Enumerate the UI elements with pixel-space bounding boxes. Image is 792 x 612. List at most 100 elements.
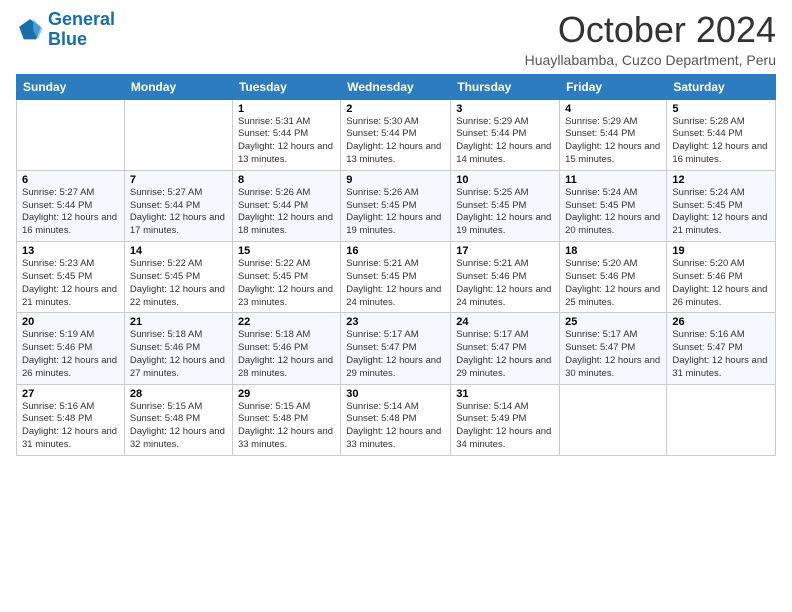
day-info: Sunrise: 5:18 AMSunset: 5:46 PMDaylight:… — [238, 329, 335, 380]
calendar-cell: 6Sunrise: 5:27 AMSunset: 5:44 PMDaylight… — [17, 170, 125, 241]
day-info: Sunrise: 5:22 AMSunset: 5:45 PMDaylight:… — [130, 258, 227, 309]
page: General Blue October 2024 Huayllabamba, … — [0, 0, 792, 612]
calendar-cell: 31Sunrise: 5:14 AMSunset: 5:49 PMDayligh… — [451, 384, 560, 455]
day-info: Sunrise: 5:24 AMSunset: 5:45 PMDaylight:… — [672, 187, 770, 238]
calendar-cell: 24Sunrise: 5:17 AMSunset: 5:47 PMDayligh… — [451, 313, 560, 384]
day-info: Sunrise: 5:27 AMSunset: 5:44 PMDaylight:… — [22, 187, 119, 238]
day-number: 26 — [672, 316, 770, 328]
day-number: 27 — [22, 388, 119, 400]
day-info: Sunrise: 5:18 AMSunset: 5:46 PMDaylight:… — [130, 329, 227, 380]
logo-icon — [16, 16, 44, 44]
subtitle: Huayllabamba, Cuzco Department, Peru — [525, 52, 776, 68]
calendar-cell — [17, 99, 125, 170]
calendar-week-row: 27Sunrise: 5:16 AMSunset: 5:48 PMDayligh… — [17, 384, 776, 455]
calendar-cell: 19Sunrise: 5:20 AMSunset: 5:46 PMDayligh… — [667, 242, 776, 313]
day-number: 11 — [565, 174, 661, 186]
day-number: 19 — [672, 245, 770, 257]
calendar-cell: 21Sunrise: 5:18 AMSunset: 5:46 PMDayligh… — [124, 313, 232, 384]
day-info: Sunrise: 5:21 AMSunset: 5:46 PMDaylight:… — [456, 258, 554, 309]
day-info: Sunrise: 5:26 AMSunset: 5:44 PMDaylight:… — [238, 187, 335, 238]
logo: General Blue — [16, 10, 115, 50]
day-number: 3 — [456, 103, 554, 115]
day-number: 16 — [346, 245, 445, 257]
day-number: 30 — [346, 388, 445, 400]
col-header-wednesday: Wednesday — [341, 74, 451, 99]
day-info: Sunrise: 5:29 AMSunset: 5:44 PMDaylight:… — [565, 116, 661, 167]
day-number: 17 — [456, 245, 554, 257]
calendar-cell: 3Sunrise: 5:29 AMSunset: 5:44 PMDaylight… — [451, 99, 560, 170]
main-title: October 2024 — [525, 10, 776, 50]
day-info: Sunrise: 5:26 AMSunset: 5:45 PMDaylight:… — [346, 187, 445, 238]
calendar-table: SundayMondayTuesdayWednesdayThursdayFrid… — [16, 74, 776, 456]
day-info: Sunrise: 5:29 AMSunset: 5:44 PMDaylight:… — [456, 116, 554, 167]
calendar-cell: 8Sunrise: 5:26 AMSunset: 5:44 PMDaylight… — [232, 170, 340, 241]
calendar-week-row: 13Sunrise: 5:23 AMSunset: 5:45 PMDayligh… — [17, 242, 776, 313]
col-header-thursday: Thursday — [451, 74, 560, 99]
day-number: 21 — [130, 316, 227, 328]
calendar-cell: 25Sunrise: 5:17 AMSunset: 5:47 PMDayligh… — [560, 313, 667, 384]
calendar-cell: 18Sunrise: 5:20 AMSunset: 5:46 PMDayligh… — [560, 242, 667, 313]
day-number: 20 — [22, 316, 119, 328]
day-number: 28 — [130, 388, 227, 400]
day-info: Sunrise: 5:17 AMSunset: 5:47 PMDaylight:… — [456, 329, 554, 380]
calendar-cell: 7Sunrise: 5:27 AMSunset: 5:44 PMDaylight… — [124, 170, 232, 241]
calendar-cell: 4Sunrise: 5:29 AMSunset: 5:44 PMDaylight… — [560, 99, 667, 170]
day-number: 10 — [456, 174, 554, 186]
calendar-cell: 14Sunrise: 5:22 AMSunset: 5:45 PMDayligh… — [124, 242, 232, 313]
calendar-header-row: SundayMondayTuesdayWednesdayThursdayFrid… — [17, 74, 776, 99]
day-info: Sunrise: 5:16 AMSunset: 5:47 PMDaylight:… — [672, 329, 770, 380]
day-info: Sunrise: 5:17 AMSunset: 5:47 PMDaylight:… — [565, 329, 661, 380]
day-info: Sunrise: 5:31 AMSunset: 5:44 PMDaylight:… — [238, 116, 335, 167]
day-info: Sunrise: 5:28 AMSunset: 5:44 PMDaylight:… — [672, 116, 770, 167]
calendar-cell: 15Sunrise: 5:22 AMSunset: 5:45 PMDayligh… — [232, 242, 340, 313]
day-number: 7 — [130, 174, 227, 186]
calendar-week-row: 6Sunrise: 5:27 AMSunset: 5:44 PMDaylight… — [17, 170, 776, 241]
day-info: Sunrise: 5:23 AMSunset: 5:45 PMDaylight:… — [22, 258, 119, 309]
day-info: Sunrise: 5:21 AMSunset: 5:45 PMDaylight:… — [346, 258, 445, 309]
col-header-saturday: Saturday — [667, 74, 776, 99]
day-info: Sunrise: 5:17 AMSunset: 5:47 PMDaylight:… — [346, 329, 445, 380]
day-number: 29 — [238, 388, 335, 400]
calendar-cell: 23Sunrise: 5:17 AMSunset: 5:47 PMDayligh… — [341, 313, 451, 384]
calendar-cell: 1Sunrise: 5:31 AMSunset: 5:44 PMDaylight… — [232, 99, 340, 170]
calendar-cell: 5Sunrise: 5:28 AMSunset: 5:44 PMDaylight… — [667, 99, 776, 170]
day-info: Sunrise: 5:22 AMSunset: 5:45 PMDaylight:… — [238, 258, 335, 309]
day-number: 4 — [565, 103, 661, 115]
calendar-cell: 11Sunrise: 5:24 AMSunset: 5:45 PMDayligh… — [560, 170, 667, 241]
day-number: 12 — [672, 174, 770, 186]
calendar-cell: 27Sunrise: 5:16 AMSunset: 5:48 PMDayligh… — [17, 384, 125, 455]
day-number: 8 — [238, 174, 335, 186]
title-block: October 2024 Huayllabamba, Cuzco Departm… — [525, 10, 776, 68]
calendar-cell: 30Sunrise: 5:14 AMSunset: 5:48 PMDayligh… — [341, 384, 451, 455]
day-info: Sunrise: 5:14 AMSunset: 5:49 PMDaylight:… — [456, 401, 554, 452]
day-info: Sunrise: 5:15 AMSunset: 5:48 PMDaylight:… — [238, 401, 335, 452]
calendar-week-row: 20Sunrise: 5:19 AMSunset: 5:46 PMDayligh… — [17, 313, 776, 384]
day-info: Sunrise: 5:25 AMSunset: 5:45 PMDaylight:… — [456, 187, 554, 238]
calendar-cell — [124, 99, 232, 170]
col-header-tuesday: Tuesday — [232, 74, 340, 99]
calendar-cell: 9Sunrise: 5:26 AMSunset: 5:45 PMDaylight… — [341, 170, 451, 241]
day-number: 6 — [22, 174, 119, 186]
day-number: 15 — [238, 245, 335, 257]
day-info: Sunrise: 5:20 AMSunset: 5:46 PMDaylight:… — [672, 258, 770, 309]
header: General Blue October 2024 Huayllabamba, … — [16, 10, 776, 68]
day-number: 23 — [346, 316, 445, 328]
calendar-cell: 26Sunrise: 5:16 AMSunset: 5:47 PMDayligh… — [667, 313, 776, 384]
calendar-cell: 16Sunrise: 5:21 AMSunset: 5:45 PMDayligh… — [341, 242, 451, 313]
day-info: Sunrise: 5:19 AMSunset: 5:46 PMDaylight:… — [22, 329, 119, 380]
day-number: 2 — [346, 103, 445, 115]
day-number: 25 — [565, 316, 661, 328]
day-number: 1 — [238, 103, 335, 115]
calendar-cell: 28Sunrise: 5:15 AMSunset: 5:48 PMDayligh… — [124, 384, 232, 455]
day-info: Sunrise: 5:24 AMSunset: 5:45 PMDaylight:… — [565, 187, 661, 238]
calendar-cell: 2Sunrise: 5:30 AMSunset: 5:44 PMDaylight… — [341, 99, 451, 170]
calendar-cell: 29Sunrise: 5:15 AMSunset: 5:48 PMDayligh… — [232, 384, 340, 455]
day-info: Sunrise: 5:30 AMSunset: 5:44 PMDaylight:… — [346, 116, 445, 167]
day-number: 31 — [456, 388, 554, 400]
day-info: Sunrise: 5:27 AMSunset: 5:44 PMDaylight:… — [130, 187, 227, 238]
col-header-friday: Friday — [560, 74, 667, 99]
day-number: 18 — [565, 245, 661, 257]
logo-text: General Blue — [48, 10, 115, 50]
day-number: 24 — [456, 316, 554, 328]
day-number: 9 — [346, 174, 445, 186]
